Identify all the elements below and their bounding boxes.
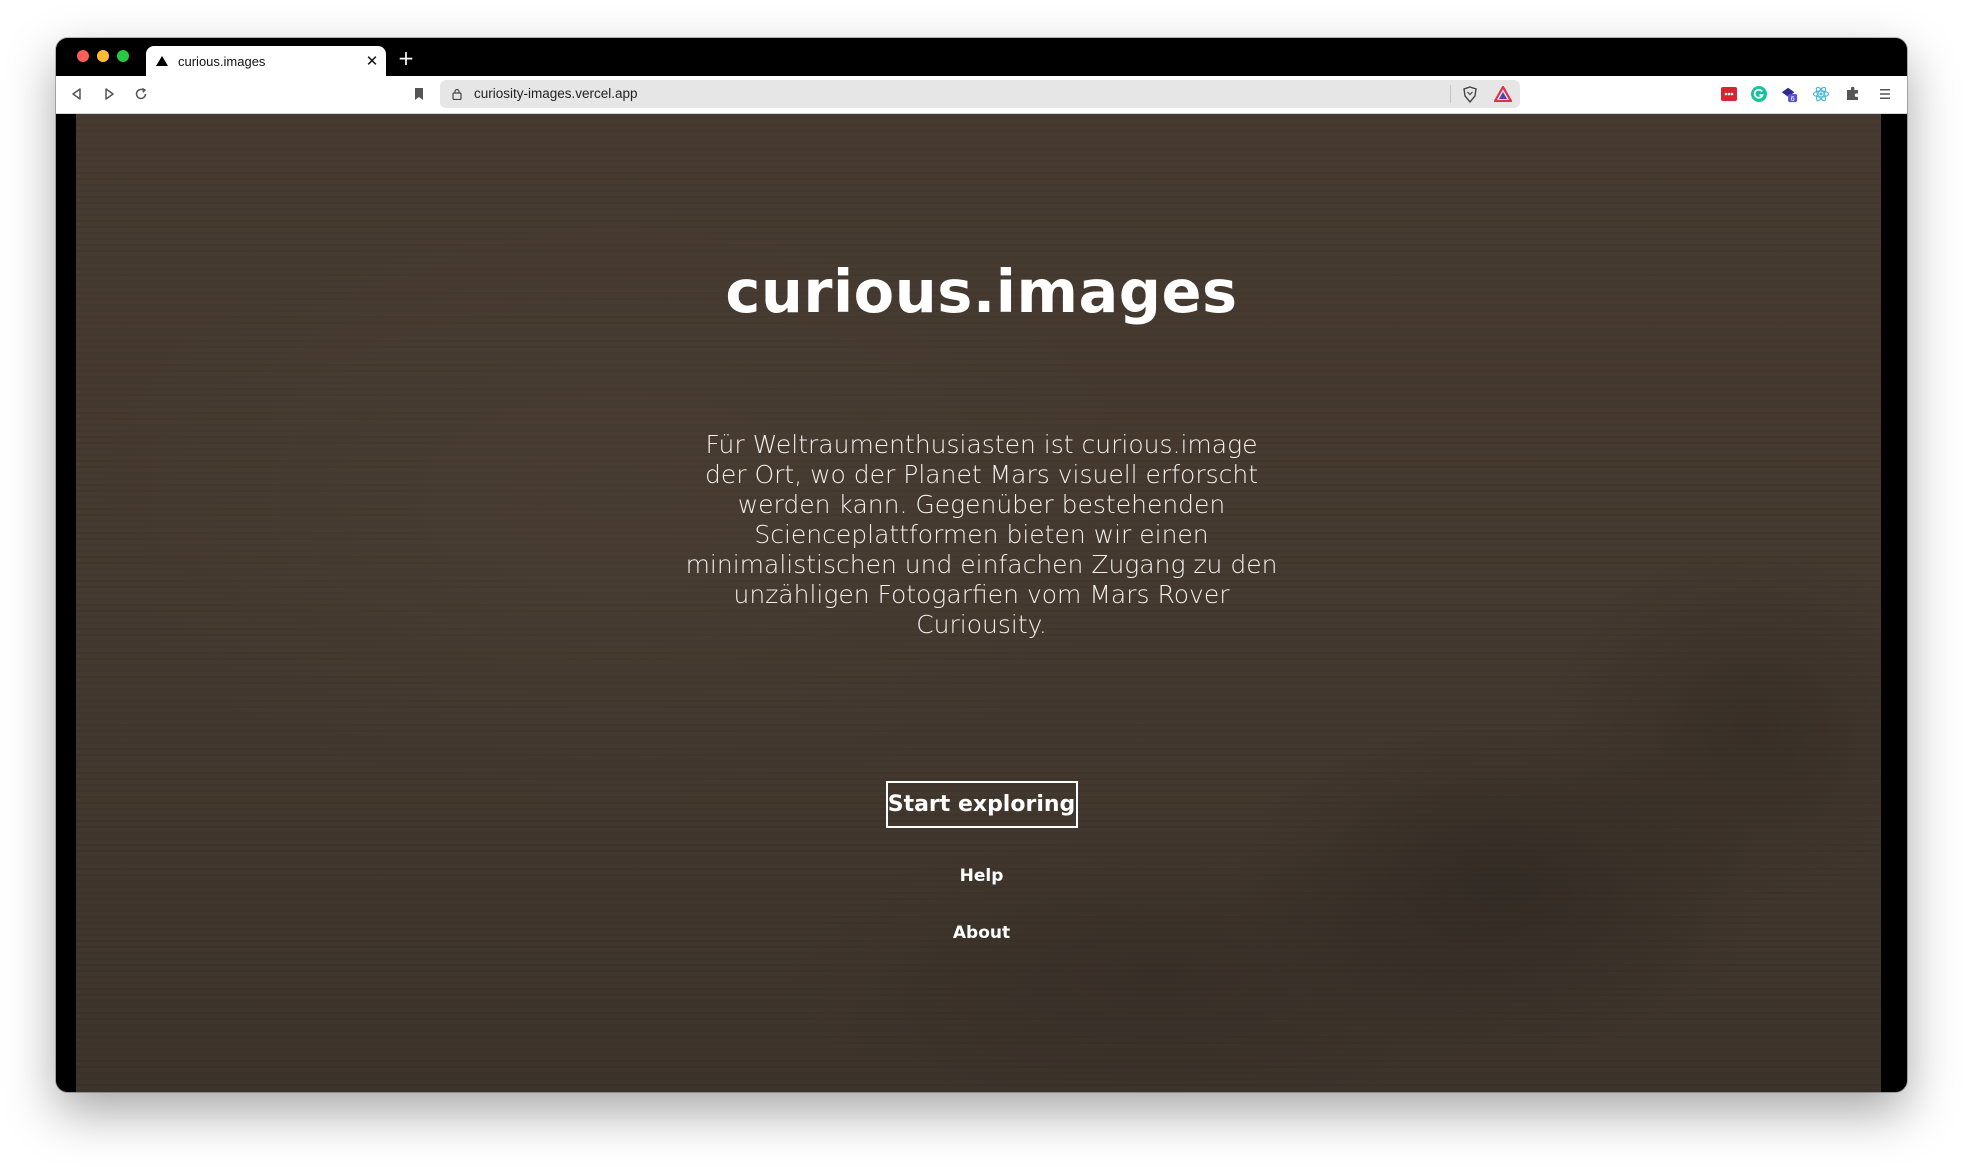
react-devtools-icon[interactable] [1812,85,1830,103]
close-tab-icon[interactable]: ✕ [362,52,382,70]
bookmark-button[interactable] [408,83,430,105]
reload-button[interactable] [130,83,152,105]
zoom-window-button[interactable] [117,50,129,62]
url-text: curiosity-images.vercel.app [474,86,638,101]
page-viewport: curious.images Für Weltraumenthusiasten … [56,114,1907,1092]
forward-button[interactable] [98,83,120,105]
extensions-puzzle-icon[interactable] [1844,85,1862,103]
site-title: curious.images [725,257,1238,326]
tab-curious-images[interactable]: curious.images ✕ [146,46,386,76]
back-button[interactable] [66,83,88,105]
tab-title: curious.images [178,53,266,69]
help-link[interactable]: Help [56,866,1907,886]
bookmark-icon [415,88,423,100]
extension-badge-count: 6 [1791,94,1795,103]
browser-toolbar: curiosity-images.vercel.app 6 [56,76,1907,114]
start-exploring-button[interactable]: Start exploring [885,781,1078,828]
new-tab-button[interactable]: + [394,46,418,70]
vercel-triangle-icon [156,56,168,66]
brave-rewards-icon[interactable] [1494,86,1512,102]
extension-red-icon[interactable] [1720,85,1738,103]
grammarly-icon[interactable] [1750,85,1768,103]
lock-icon [452,88,462,100]
tab-strip: curious.images ✕ + [56,38,1907,76]
hero-section: curious.images Für Weltraumenthusiasten … [56,114,1907,1092]
close-window-button[interactable] [77,50,89,62]
url-divider [1450,85,1451,103]
back-icon [72,88,81,100]
brave-shield-icon[interactable] [1462,86,1478,103]
browser-window: curious.images ✕ + curiosity-images.verc… [56,38,1907,1092]
extension-badge-icon[interactable]: 6 [1780,85,1798,103]
tagline: Für Weltraumenthusiasten ist curious.ima… [685,430,1278,639]
minimize-window-button[interactable] [97,50,109,62]
forward-icon [105,88,114,100]
reload-icon [135,87,147,100]
address-bar[interactable]: curiosity-images.vercel.app [440,80,1520,108]
about-link[interactable]: About [56,923,1907,943]
menu-icon[interactable] [1876,85,1894,103]
